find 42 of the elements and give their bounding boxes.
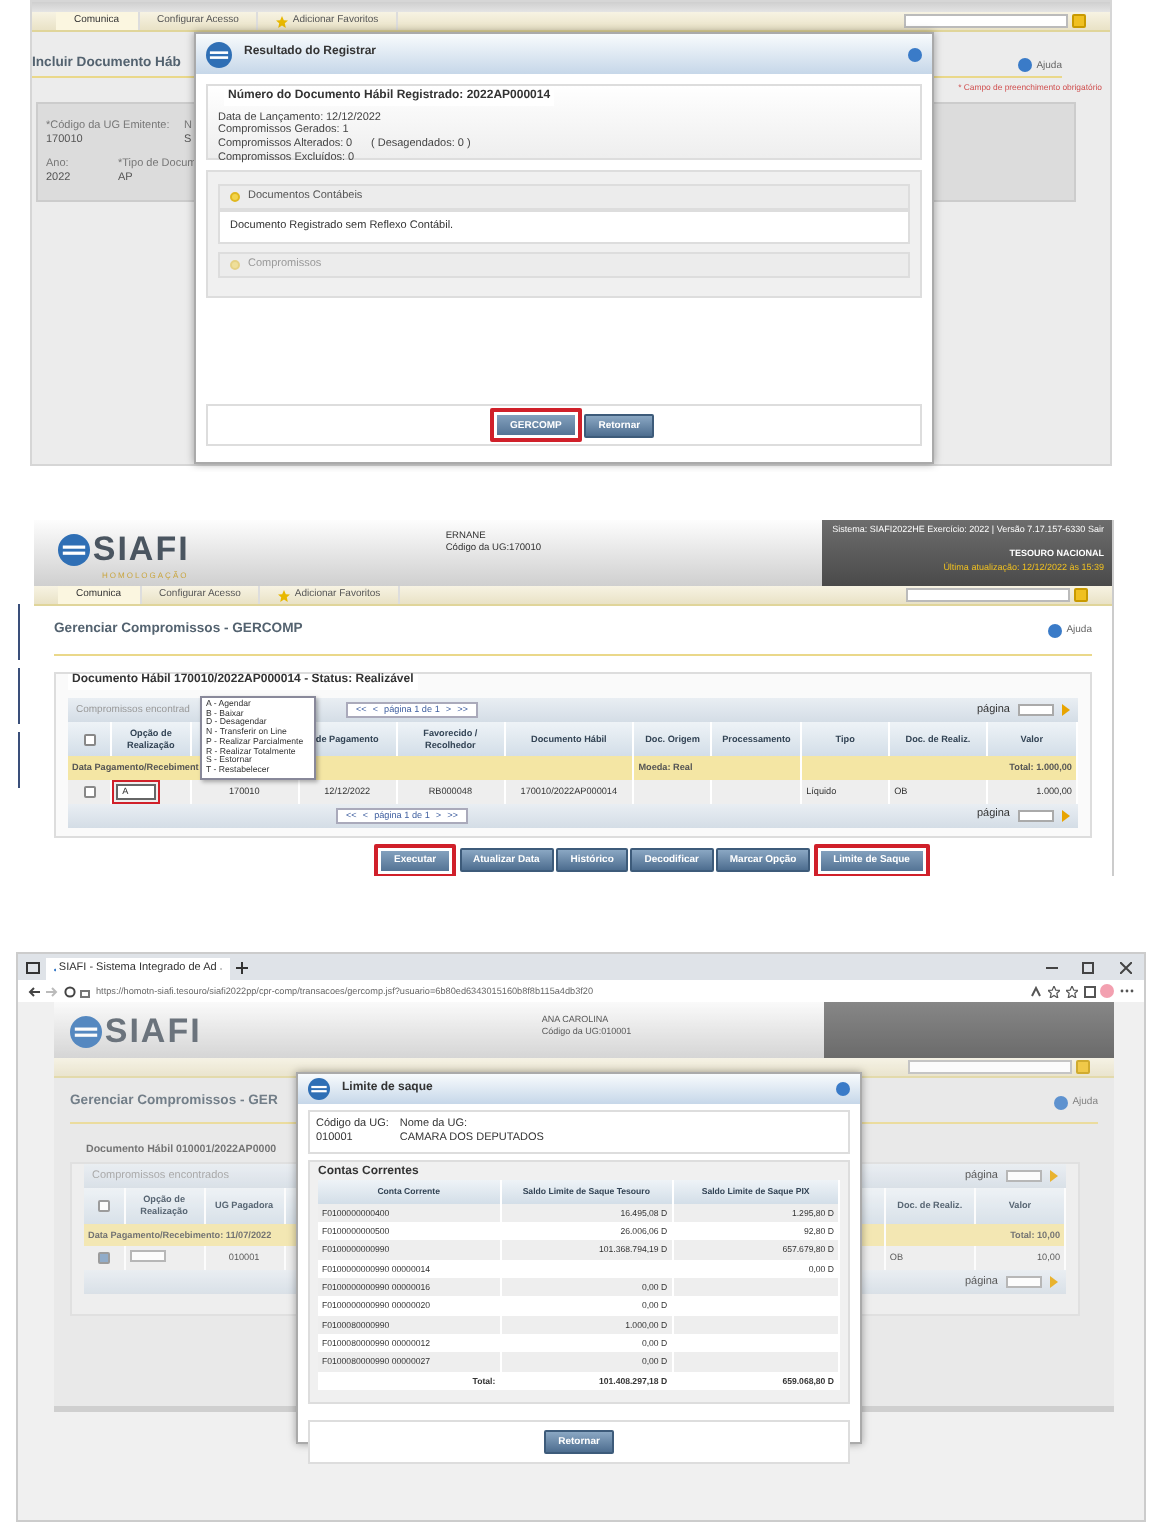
- option-select[interactable]: [129, 1250, 166, 1263]
- back-icon: [28, 985, 40, 997]
- more-icon: [1120, 988, 1134, 994]
- close-icon: [1120, 961, 1132, 973]
- logo-text: SIAFI: [104, 1010, 202, 1053]
- favorite-icon: [1048, 985, 1060, 997]
- page-input[interactable]: [1018, 703, 1054, 716]
- help-icon[interactable]: [908, 47, 922, 61]
- logo-icon: [308, 1078, 330, 1100]
- search-field[interactable]: [908, 1060, 1072, 1074]
- maximize-icon: [1082, 961, 1095, 973]
- star-icon: [276, 15, 289, 27]
- search-button[interactable]: [1072, 14, 1086, 28]
- search-field[interactable]: [906, 588, 1070, 602]
- logo-text: SIAFI: [92, 528, 190, 571]
- logo-icon: [58, 533, 90, 566]
- go-icon[interactable]: [1062, 809, 1070, 822]
- logo-icon: [70, 1015, 102, 1048]
- collections-icon: [1083, 985, 1095, 997]
- search-button[interactable]: [1074, 588, 1088, 602]
- page-input[interactable]: [1006, 1276, 1042, 1289]
- expand-icon: [230, 259, 240, 270]
- select-all-checkbox[interactable]: [83, 733, 96, 746]
- search-field[interactable]: [904, 14, 1068, 28]
- search-button[interactable]: [1076, 1060, 1090, 1074]
- minimize-icon: [1045, 961, 1057, 973]
- forward-icon: [45, 985, 58, 997]
- select-all-checkbox[interactable]: [97, 1199, 110, 1212]
- new-tab-icon: [235, 961, 247, 973]
- row-checkbox[interactable]: [97, 1252, 110, 1265]
- row-checkbox[interactable]: [83, 786, 96, 799]
- help-icon[interactable]: [836, 1082, 850, 1096]
- logo-icon: [206, 41, 232, 67]
- expand-icon: [230, 192, 240, 202]
- star-icon: [278, 589, 291, 601]
- profile-avatar: [1100, 984, 1115, 998]
- tab-actions-icon: [26, 961, 40, 973]
- reload-icon: [63, 985, 75, 997]
- favorites-icon: [1065, 985, 1078, 997]
- page-input[interactable]: [1006, 1170, 1042, 1183]
- go-icon[interactable]: [1050, 1276, 1058, 1289]
- page-input[interactable]: [1018, 809, 1054, 822]
